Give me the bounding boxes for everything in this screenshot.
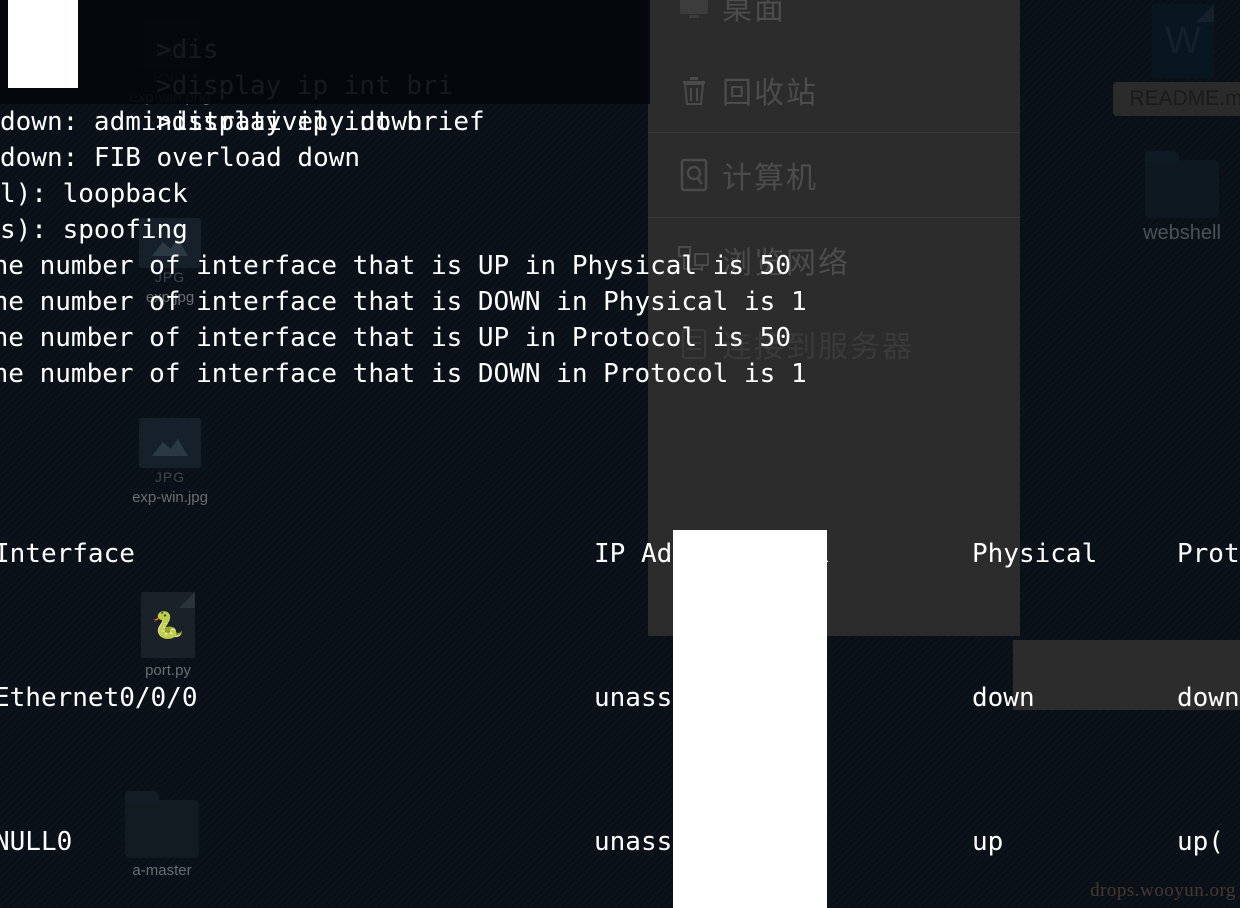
terminal-legend-line: l): loopback (0, 179, 188, 209)
cell-protocol: up( s (1177, 827, 1240, 857)
screen: PNG exp-win.png JPG exp.jpg JPG exp-win.… (0, 0, 1240, 908)
terminal-prompt-line: >display ip int brief (0, 68, 650, 137)
table-header-physical: Physical (972, 539, 1098, 569)
cell-interface: Ethernet0/0/0 (0, 683, 198, 713)
terminal-prompt-line: >dis (0, 0, 650, 65)
table-header-interface: Interface (0, 539, 135, 569)
terminal-prompt-line: >display ip int bri (0, 32, 650, 101)
interface-table: Interface IP Address/Mask Physical Proto… (0, 428, 1240, 908)
redaction-box-ip-addresses (673, 530, 827, 908)
redaction-box-prompt (8, 0, 78, 88)
terminal-legend-line: s): spoofing (0, 215, 188, 245)
cell-physical: up (972, 827, 1004, 857)
cell-interface: NULL0 (0, 827, 73, 857)
terminal-summary-line: The number of interface that is UP in Pr… (0, 323, 791, 353)
table-header-protocol: Protocol (1177, 539, 1240, 569)
cell-protocol: down (1177, 683, 1240, 713)
table-row: Ethernet0/0/0 unassigned down down (0, 680, 1240, 716)
site-watermark: drops.wooyun.org (1090, 880, 1236, 901)
terminal-legend-line: down: administratively down (0, 107, 423, 137)
terminal-window[interactable]: >dis >display ip int bri >display ip int… (0, 0, 1240, 908)
terminal-summary-line: The number of interface that is DOWN in … (0, 287, 807, 317)
terminal-summary-line: The number of interface that is DOWN in … (0, 359, 807, 389)
terminal-summary-line: The number of interface that is UP in Ph… (0, 251, 791, 281)
cell-physical: down (972, 683, 1035, 713)
terminal-legend-line: down: FIB overload down (0, 143, 361, 173)
table-row: NULL0 unassigned up up( s (0, 824, 1240, 860)
table-header-row: Interface IP Address/Mask Physical Proto… (0, 536, 1240, 572)
